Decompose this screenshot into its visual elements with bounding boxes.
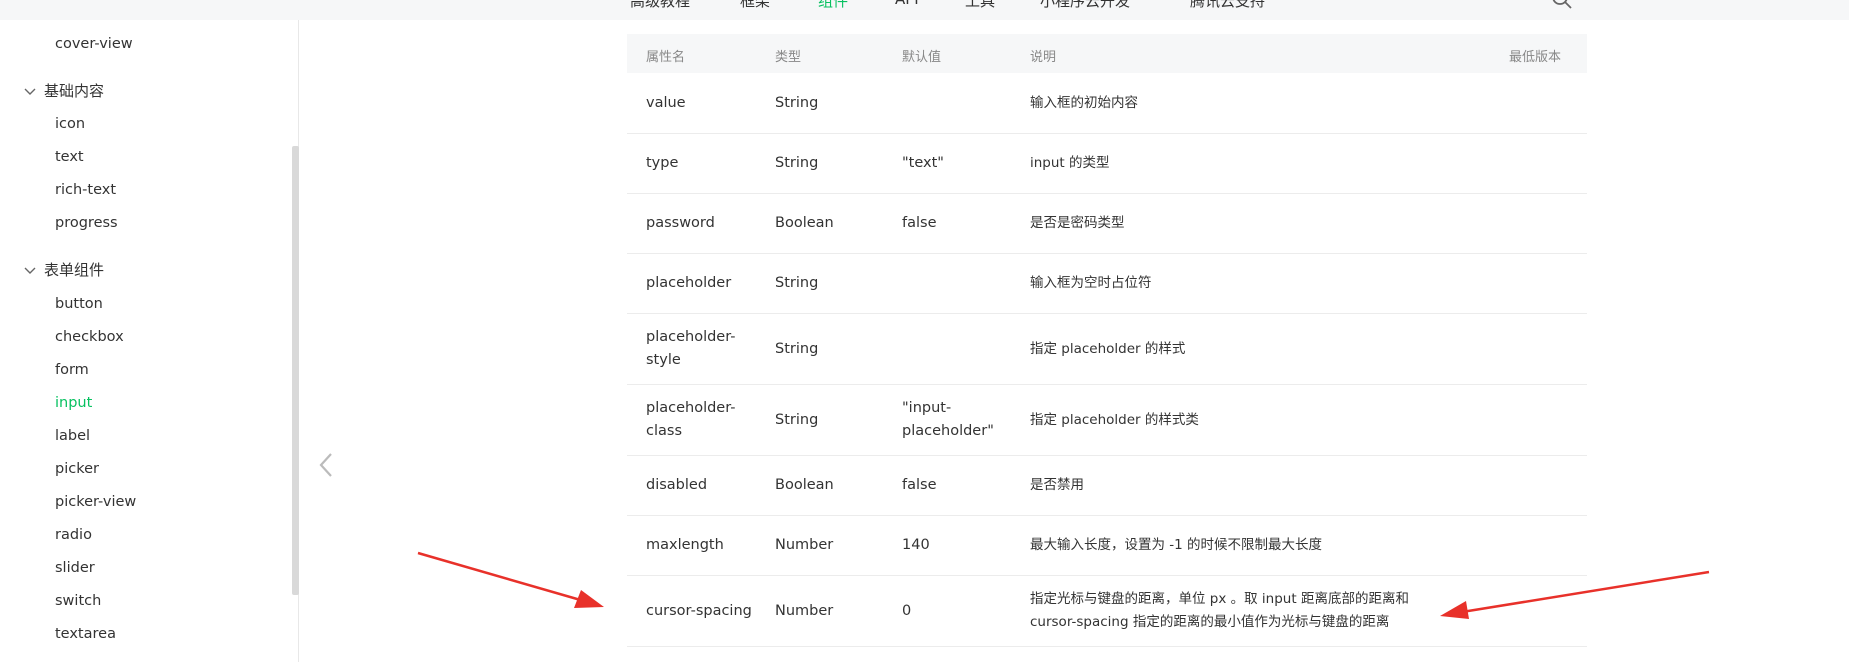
- sidebar-item-label[interactable]: label: [55, 428, 90, 444]
- sidebar-scrollbar[interactable]: [292, 146, 299, 595]
- prop-description: 是否是密码类型: [1030, 215, 1125, 231]
- table-row: maxlength Number 140 最大输入长度，设置为 -1 的时候不限…: [627, 516, 1587, 576]
- sidebar-item-rich-text[interactable]: rich-text: [55, 182, 116, 198]
- nav-item-api[interactable]: API: [895, 0, 919, 8]
- nav-item-components[interactable]: 组件: [818, 0, 848, 11]
- sidebar-item-picker-view[interactable]: picker-view: [55, 494, 136, 510]
- header-type: 类型: [775, 50, 802, 65]
- sidebar: cover-view 基础内容 icon text rich-text prog…: [0, 20, 299, 662]
- header-default: 默认值: [902, 50, 942, 65]
- prop-type: String: [775, 275, 819, 291]
- sidebar-item-form[interactable]: form: [55, 362, 89, 378]
- sidebar-item-textarea[interactable]: textarea: [55, 626, 116, 642]
- prop-default: [902, 254, 1012, 313]
- prop-description: 指定 placeholder 的样式: [1030, 340, 1186, 357]
- header-description: 说明: [1030, 50, 1057, 65]
- prop-name: value: [646, 94, 686, 111]
- table-row: type String "text" input 的类型: [627, 134, 1587, 194]
- sidebar-item-icon[interactable]: icon: [55, 116, 85, 132]
- sidebar-item-slider[interactable]: slider: [55, 560, 95, 576]
- table-row: placeholder-class String "input-placehol…: [627, 385, 1587, 456]
- prop-name: placeholder-class: [646, 400, 736, 439]
- properties-table: 属性名 类型 默认值 说明 最低版本 value String 输入框的初始内容…: [627, 34, 1587, 647]
- prop-description: 是否禁用: [1030, 477, 1084, 493]
- table-row: disabled Boolean false 是否禁用: [627, 456, 1587, 516]
- sidebar-item-picker[interactable]: picker: [55, 461, 99, 477]
- prop-description: 输入框为空时占位符: [1030, 275, 1152, 291]
- prop-type: Boolean: [775, 215, 834, 231]
- sidebar-item-switch[interactable]: switch: [55, 593, 101, 609]
- header-name: 属性名: [646, 50, 686, 65]
- arrow-left-annotation: [417, 551, 604, 608]
- prop-description: 最大输入长度，设置为 -1 的时候不限制最大长度: [1030, 537, 1323, 553]
- table-row: placeholder-style String 指定 placeholder …: [627, 314, 1587, 385]
- table-row: value String 输入框的初始内容: [627, 73, 1587, 134]
- chevron-down-icon: [24, 267, 36, 274]
- sidebar-item-cover-view[interactable]: cover-view: [55, 36, 133, 52]
- prop-description: 输入框的初始内容: [1030, 94, 1138, 111]
- prop-description: 指定光标与键盘的距离，单位 px 。取 input 距离底部的距离和 curso…: [1030, 591, 1409, 630]
- prop-default: "text": [902, 155, 944, 171]
- nav-item-advanced[interactable]: 高级教程: [630, 0, 690, 11]
- prop-name: password: [646, 215, 715, 231]
- prop-default: [902, 73, 1012, 133]
- table-row: cursor-spacing Number 0 指定光标与键盘的距离，单位 px…: [627, 576, 1587, 647]
- prop-description: 指定 placeholder 的样式类: [1030, 411, 1199, 428]
- prop-default: false: [902, 477, 937, 493]
- sidebar-item-button[interactable]: button: [55, 296, 103, 312]
- sidebar-item-input[interactable]: input: [55, 395, 92, 411]
- prop-type: String: [775, 94, 819, 111]
- prop-default: 0: [902, 602, 912, 619]
- prop-default: false: [902, 215, 937, 231]
- sidebar-item-checkbox[interactable]: checkbox: [55, 329, 124, 345]
- sidebar-group-title: 表单组件: [44, 261, 105, 279]
- prop-type: String: [775, 155, 819, 171]
- prop-default: 140: [902, 537, 930, 553]
- chevron-left-icon[interactable]: [315, 450, 337, 480]
- top-nav: 高级教程 框架 组件 API 工具 小程序云开发 腾讯云支持: [0, 0, 1849, 20]
- prop-description: input 的类型: [1030, 155, 1110, 171]
- table-header: 属性名 类型 默认值 说明 最低版本: [627, 34, 1587, 73]
- nav-item-tools[interactable]: 工具: [965, 0, 995, 11]
- sidebar-item-text[interactable]: text: [55, 149, 84, 165]
- prop-default: [902, 314, 1012, 384]
- sidebar-group-title: 基础内容: [44, 82, 105, 100]
- table-row: placeholder String 输入框为空时占位符: [627, 254, 1587, 314]
- prop-name: type: [646, 155, 679, 171]
- prop-type: String: [775, 340, 819, 357]
- prop-name: disabled: [646, 477, 708, 493]
- prop-type: Boolean: [775, 477, 834, 493]
- sidebar-item-progress[interactable]: progress: [55, 215, 118, 231]
- nav-item-cloud-dev[interactable]: 小程序云开发: [1040, 0, 1130, 11]
- sidebar-group-form-components[interactable]: 表单组件: [22, 259, 104, 280]
- search-icon[interactable]: [1551, 0, 1573, 10]
- nav-item-framework[interactable]: 框架: [740, 0, 770, 11]
- prop-name: maxlength: [646, 537, 724, 553]
- prop-name: placeholder-style: [646, 329, 736, 368]
- sidebar-group-basic-content[interactable]: 基础内容: [22, 80, 104, 101]
- sidebar-item-radio[interactable]: radio: [55, 527, 92, 543]
- prop-type: Number: [775, 537, 834, 553]
- nav-item-tencent-cloud[interactable]: 腾讯云支持: [1190, 0, 1265, 11]
- prop-type: Number: [775, 602, 834, 619]
- table-row: password Boolean false 是否是密码类型: [627, 194, 1587, 254]
- prop-type: String: [775, 411, 819, 428]
- prop-name: placeholder: [646, 275, 732, 291]
- header-min-version: 最低版本: [1509, 50, 1562, 65]
- prop-name: cursor-spacing: [646, 602, 752, 619]
- prop-default: "input-placeholder": [902, 400, 994, 439]
- chevron-down-icon: [24, 88, 36, 95]
